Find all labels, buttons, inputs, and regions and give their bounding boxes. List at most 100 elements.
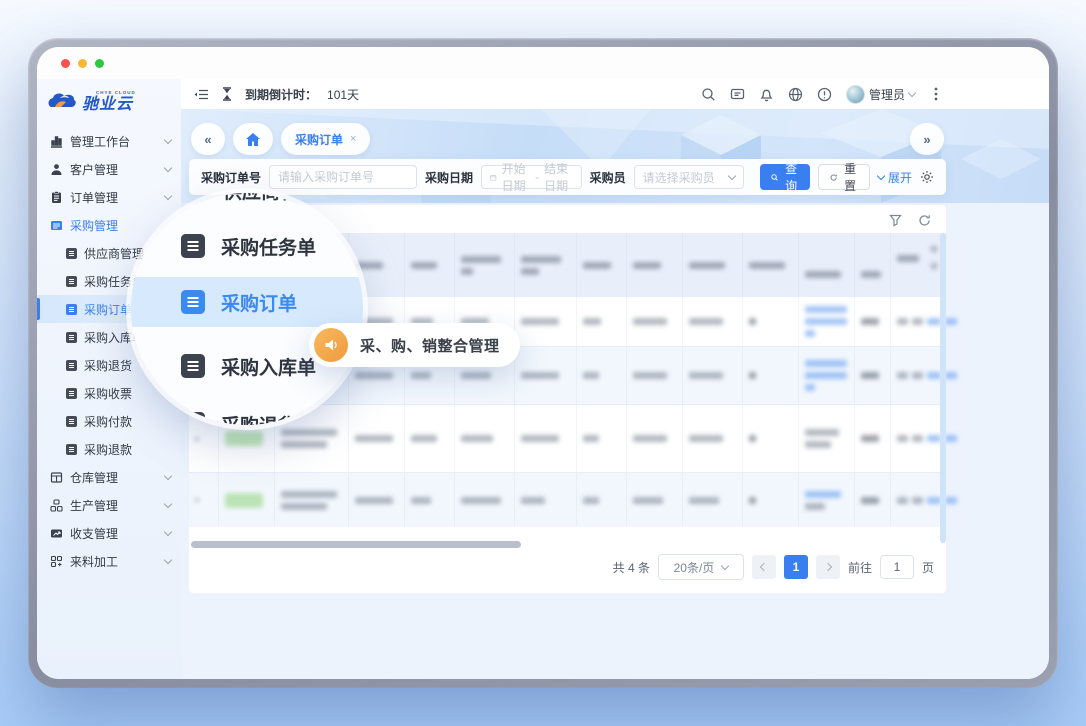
goto-page-input[interactable] [880,555,914,579]
chart-icon [50,135,63,148]
blur-bar [912,497,923,504]
blurred-action-link[interactable] [945,372,957,379]
blurred-action-link[interactable] [927,318,941,325]
page-size-select[interactable]: 20条/页 [658,554,744,580]
next-page-button[interactable] [816,555,840,579]
blurred-action-link[interactable] [927,435,941,442]
blur-bar [355,435,393,442]
sidebar-item-finance[interactable]: 收支管理 [37,519,181,547]
filter-settings-gear-icon[interactable] [920,169,934,185]
tabs-scroll-right-button[interactable]: » [910,123,944,155]
logo-text: CHYE CLOUD 驰业云 [82,91,136,113]
magnified-item-purchase-tasks[interactable]: 采购任务单 [131,223,363,269]
sidebar-item-material-processing[interactable]: 来料加工 [37,547,181,575]
person-icon [50,163,63,176]
cell [275,473,349,527]
home-tab-button[interactable] [233,123,273,155]
vertical-scrollbar[interactable] [940,233,946,543]
cell [683,473,743,527]
blur-bar [521,256,561,263]
blurred-status-badge [225,431,263,446]
chevron-right-icon [824,563,832,571]
cell [743,473,799,527]
goto-label: 前往 [848,559,872,576]
user-menu[interactable]: 管理员 [846,85,915,104]
info-icon[interactable] [817,86,833,102]
blurred-action-link[interactable] [927,497,941,504]
expand-filters-link[interactable]: 展开 [878,169,912,186]
blur-bar [912,372,923,379]
cell [891,405,946,472]
cell [405,405,455,472]
current-page-button[interactable]: 1 [784,555,808,579]
blur-bar [583,262,611,269]
blurred-action-link[interactable] [945,435,957,442]
cell [683,347,743,404]
buyer-select[interactable]: 请选择采购员 [634,165,744,189]
sidebar-item-customers[interactable]: 客户管理 [37,155,181,183]
purchase-icon [50,219,63,232]
grid-icon [50,555,63,568]
refresh-table-icon[interactable] [916,212,932,228]
message-icon[interactable] [730,86,746,102]
tab-strip: « 采购订单 × » [191,123,944,155]
header-cell [683,233,743,297]
blur-bar [195,437,199,441]
device-frame: CHYE CLOUD 驰业云 管理工作台 客户管理 [28,38,1058,688]
reset-button[interactable]: 重置 [818,164,870,190]
close-window-button[interactable] [61,59,70,68]
blur-bar [411,435,437,442]
blurred-action-link[interactable] [945,318,957,325]
magnified-item-purchase-orders[interactable]: 采购订单 [131,277,363,327]
list-icon [66,416,77,427]
cell [349,473,405,527]
blur-bar [805,360,847,367]
expand-label: 展开 [888,169,912,186]
list-icon [66,332,77,343]
kebab-menu-icon[interactable] [928,86,944,102]
blur-bar [583,318,601,325]
chevron-left-icon [760,563,768,571]
sidebar-item-label: 生产管理 [70,497,158,514]
horizontal-scrollbar[interactable] [191,541,521,548]
cell [855,347,891,404]
list-icon [181,290,205,314]
calendar-icon [490,172,497,183]
sidebar-item-purchase-refunds[interactable]: 采购退款 [37,435,181,463]
blur-bar [861,497,879,504]
list-icon [66,276,77,287]
blur-bar [805,372,847,379]
blur-bar [633,435,667,442]
cell [855,473,891,527]
blur-bar [749,262,785,269]
order-no-input[interactable] [269,165,417,189]
search-button[interactable]: 查询 [760,164,810,190]
filter-bar: 采购订单号 采购日期 开始日期 - 结束日期 采购员 请选择采购员 [189,159,946,195]
blur-bar [689,318,723,325]
sidebar-item-production[interactable]: 生产管理 [37,491,181,519]
blur-bar [521,372,559,379]
blurred-action-link[interactable] [945,497,957,504]
date-range-input[interactable]: 开始日期 - 结束日期 [481,165,582,189]
magnified-item-purchase-returns[interactable]: 采购退货 [131,401,363,425]
prev-page-button[interactable] [752,555,776,579]
list-icon [181,412,205,425]
tabs-scroll-left-button[interactable]: « [191,123,225,155]
blur-bar [897,255,919,262]
sidebar-item-warehouse[interactable]: 仓库管理 [37,463,181,491]
blurred-action-link[interactable] [927,372,941,379]
cell [799,405,855,472]
globe-icon[interactable] [788,86,804,102]
maximize-window-button[interactable] [95,59,104,68]
bell-icon[interactable] [759,86,775,102]
search-icon[interactable] [701,86,717,102]
collapse-sidebar-icon[interactable] [193,86,209,102]
magnified-label: 采购入库单 [221,353,316,380]
close-tab-icon[interactable]: × [350,133,356,145]
magnifier-lens: 供应商管理 采购任务单 采购订单 采购入库单 采购退货 [131,193,363,425]
minimize-window-button[interactable] [78,59,87,68]
search-icon [771,172,778,183]
filter-funnel-icon[interactable] [887,212,903,228]
tab-purchase-orders[interactable]: 采购订单 × [281,123,370,155]
sidebar-item-dashboard[interactable]: 管理工作台 [37,127,181,155]
